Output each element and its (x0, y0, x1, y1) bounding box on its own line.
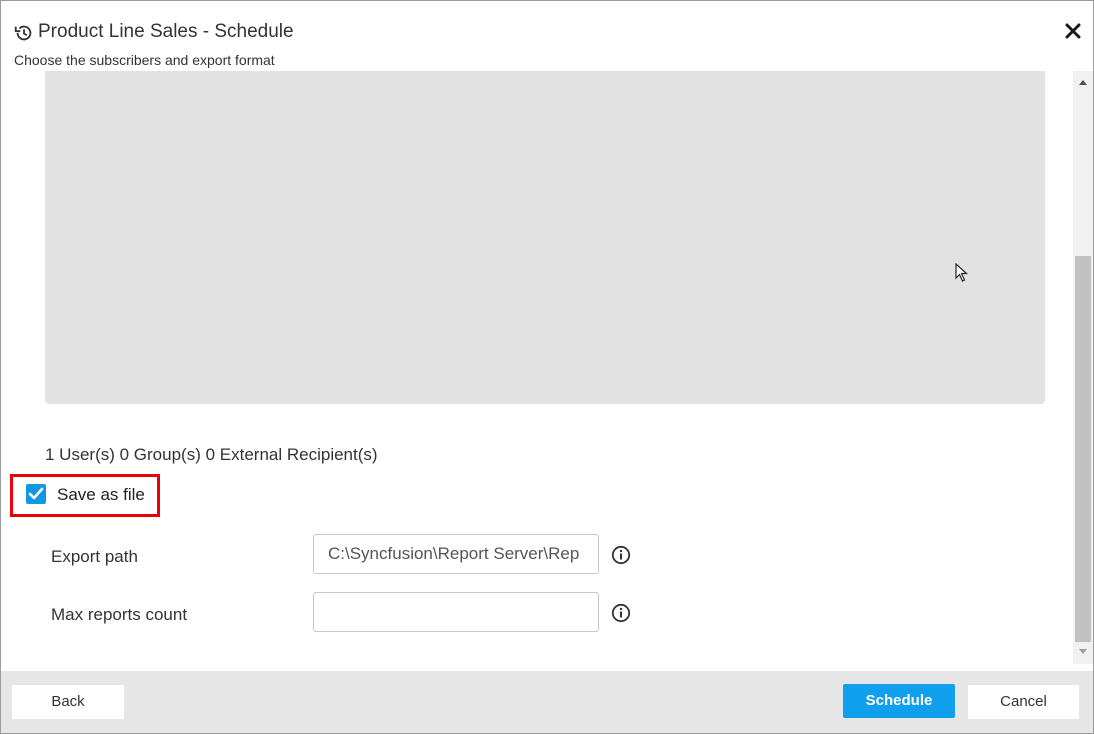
vertical-scrollbar[interactable] (1073, 71, 1093, 664)
scrollbar-thumb[interactable] (1075, 256, 1091, 642)
dialog-header: Product Line Sales - Schedule Choose the… (1, 1, 1093, 71)
back-button[interactable]: Back (12, 685, 124, 719)
dialog-footer: Back Schedule Cancel (1, 671, 1093, 733)
save-as-file-checkbox[interactable] (26, 484, 46, 504)
save-as-file-label[interactable]: Save as file (57, 485, 145, 505)
info-icon[interactable] (611, 603, 631, 623)
schedule-dialog: Product Line Sales - Schedule Choose the… (0, 0, 1094, 734)
subscribers-grid (45, 71, 1045, 404)
close-icon[interactable] (1061, 19, 1085, 43)
scroll-down-arrow-icon[interactable] (1073, 644, 1093, 660)
mouse-cursor-icon (955, 262, 969, 283)
scroll-up-arrow-icon[interactable] (1073, 74, 1093, 90)
recipients-summary: 1 User(s) 0 Group(s) 0 External Recipien… (45, 445, 378, 464)
cancel-button[interactable]: Cancel (968, 685, 1079, 719)
schedule-button[interactable]: Schedule (843, 684, 955, 718)
dialog-title: Product Line Sales - Schedule (38, 21, 294, 42)
export-path-input[interactable] (313, 534, 599, 574)
dialog-content: 1 User(s) 0 Group(s) 0 External Recipien… (1, 71, 1073, 671)
dialog-subtitle: Choose the subscribers and export format (14, 52, 275, 68)
max-reports-count-label: Max reports count (51, 605, 188, 624)
export-path-label: Export path (51, 547, 138, 566)
max-reports-count-input[interactable] (313, 592, 599, 632)
history-icon (13, 22, 35, 44)
info-icon[interactable] (611, 545, 631, 565)
